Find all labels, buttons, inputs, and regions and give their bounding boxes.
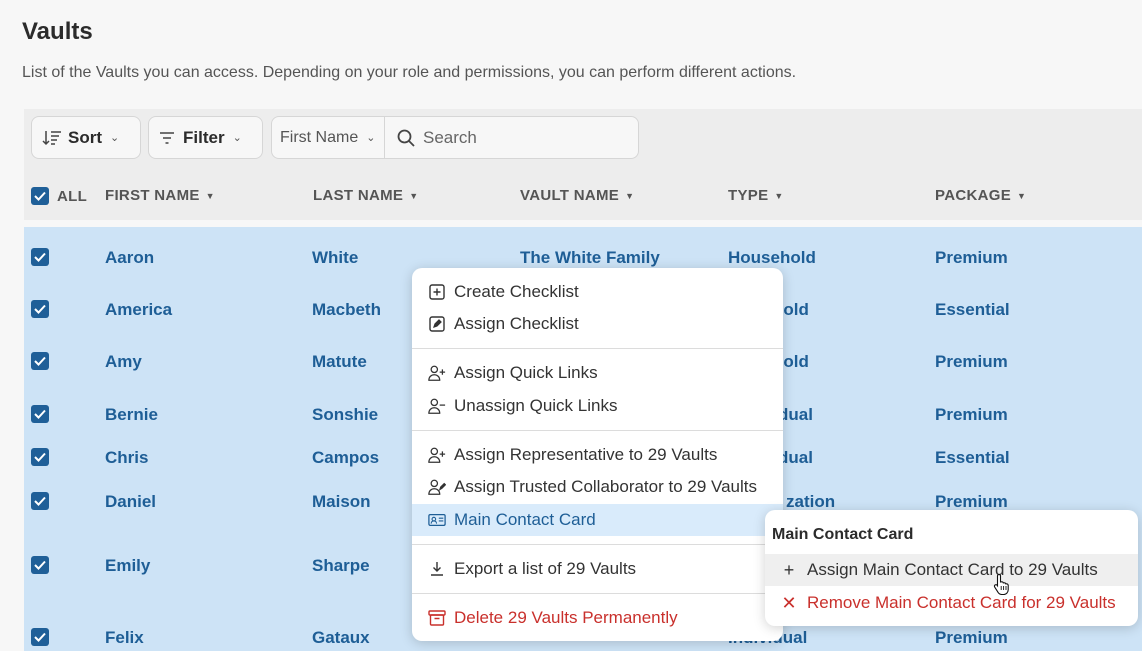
row-checkbox[interactable] xyxy=(31,352,49,370)
menu-item-assign-checklist[interactable]: Assign Checklist xyxy=(412,308,783,340)
cell-first-name[interactable]: America xyxy=(105,300,172,320)
cell-last-name[interactable]: White xyxy=(312,248,358,268)
filter-button[interactable]: Filter ⌄ xyxy=(148,116,263,159)
cell-package: Premium xyxy=(935,492,1008,511)
cell-package: Essential xyxy=(935,300,1010,319)
menu-divider xyxy=(412,544,783,545)
column-header-package[interactable]: PACKAGE ▼ xyxy=(935,187,1026,204)
cell-type: dual xyxy=(778,405,813,424)
page-subtitle: List of the Vaults you can access. Depen… xyxy=(22,64,797,81)
cell-first-name[interactable]: Daniel xyxy=(105,492,156,512)
cell-first-name[interactable]: Chris xyxy=(105,448,148,468)
select-all-label: ALL xyxy=(57,187,88,205)
plus-icon: + xyxy=(783,559,795,580)
caret-down-icon: ▼ xyxy=(205,190,215,201)
archive-icon xyxy=(428,609,446,627)
user-edit-icon xyxy=(428,478,446,496)
cell-last-name[interactable]: Gataux xyxy=(312,628,370,648)
chevron-down-icon: ⌄ xyxy=(366,132,376,144)
caret-down-icon: ▼ xyxy=(625,190,635,201)
cell-last-name[interactable]: Matute xyxy=(312,352,367,372)
cell-first-name[interactable]: Aaron xyxy=(105,248,154,268)
x-icon: ✕ xyxy=(781,592,797,613)
search-field-select[interactable]: First Name ⌄ xyxy=(271,116,385,159)
id-card-icon xyxy=(428,511,446,529)
page-title: Vaults xyxy=(22,18,93,45)
submenu-title: Main Contact Card xyxy=(772,526,914,543)
cell-vault-name[interactable]: The White Family xyxy=(520,248,660,268)
cell-last-name[interactable]: Campos xyxy=(312,448,379,468)
cell-last-name[interactable]: Sonshie xyxy=(312,405,378,425)
row-checkbox[interactable] xyxy=(31,405,49,423)
cell-last-name[interactable]: Sharpe xyxy=(312,556,370,576)
cell-first-name[interactable]: Felix xyxy=(105,628,144,648)
cell-type: Household xyxy=(728,248,816,267)
caret-down-icon: ▼ xyxy=(774,190,784,201)
row-checkbox[interactable] xyxy=(31,448,49,466)
submenu-item-assign-main-contact-card[interactable]: + Assign Main Contact Card to 29 Vaults xyxy=(765,554,1138,586)
caret-down-icon: ▼ xyxy=(1017,190,1027,201)
column-header-first-name[interactable]: FIRST NAME ▼ xyxy=(105,187,215,204)
submenu-main-contact-card: Main Contact Card + Assign Main Contact … xyxy=(765,510,1138,626)
user-minus-icon xyxy=(428,397,446,415)
cell-package: Premium xyxy=(935,628,1008,647)
row-checkbox[interactable] xyxy=(31,248,49,266)
user-plus-icon xyxy=(428,364,446,382)
row-checkbox[interactable] xyxy=(31,556,49,574)
menu-divider xyxy=(412,348,783,349)
column-header-last-name[interactable]: LAST NAME ▼ xyxy=(313,187,418,204)
menu-divider xyxy=(412,430,783,431)
menu-divider xyxy=(412,593,783,594)
search-icon xyxy=(397,129,415,147)
cell-type: zation xyxy=(786,492,836,511)
menu-item-unassign-quick-links[interactable]: Unassign Quick Links xyxy=(412,390,783,422)
filter-label: Filter xyxy=(183,127,225,147)
cell-package: Premium xyxy=(935,248,1008,267)
row-checkbox[interactable] xyxy=(31,628,49,646)
cell-first-name[interactable]: Emily xyxy=(105,556,150,576)
select-all-checkbox[interactable] xyxy=(31,187,49,205)
download-icon xyxy=(428,560,446,578)
column-header-vault-name[interactable]: VAULT NAME ▼ xyxy=(520,187,634,204)
cell-package: Essential xyxy=(935,448,1010,467)
menu-item-delete-vaults[interactable]: Delete 29 Vaults Permanently xyxy=(412,602,783,634)
sort-icon xyxy=(42,129,62,147)
hand-cursor-icon xyxy=(993,573,1011,600)
search-field-value: First Name xyxy=(280,128,359,146)
user-plus-icon xyxy=(428,446,446,464)
menu-item-assign-quick-links[interactable]: Assign Quick Links xyxy=(412,357,783,389)
column-header-type[interactable]: TYPE ▼ xyxy=(728,187,784,204)
select-all[interactable]: ALL xyxy=(31,187,87,205)
search-box xyxy=(384,116,639,159)
context-menu: Create Checklist Assign Checklist Assign… xyxy=(412,268,783,641)
submenu-item-remove-main-contact-card[interactable]: ✕ Remove Main Contact Card for 29 Vaults xyxy=(765,587,1138,619)
cell-first-name[interactable]: Bernie xyxy=(105,405,158,425)
cell-first-name[interactable]: Amy xyxy=(105,352,142,372)
menu-item-assign-representative[interactable]: Assign Representative to 29 Vaults xyxy=(412,439,783,471)
menu-item-assign-trusted-collaborator[interactable]: Assign Trusted Collaborator to 29 Vaults xyxy=(412,471,783,503)
chevron-down-icon: ⌄ xyxy=(232,132,242,144)
plus-square-icon xyxy=(428,283,446,301)
cell-last-name[interactable]: Maison xyxy=(312,492,371,512)
search-input[interactable] xyxy=(423,127,623,148)
edit-square-icon xyxy=(428,315,446,333)
chevron-down-icon: ⌄ xyxy=(110,132,120,144)
row-checkbox[interactable] xyxy=(31,492,49,510)
menu-item-main-contact-card[interactable]: Main Contact Card › xyxy=(412,504,783,536)
row-checkbox[interactable] xyxy=(31,300,49,318)
menu-item-export-list[interactable]: Export a list of 29 Vaults xyxy=(412,553,783,585)
cell-last-name[interactable]: Macbeth xyxy=(312,300,381,320)
cell-type: dual xyxy=(778,448,813,467)
filter-icon xyxy=(159,131,175,145)
sort-label: Sort xyxy=(68,127,102,147)
cell-package: Premium xyxy=(935,405,1008,424)
cell-package: Premium xyxy=(935,352,1008,371)
caret-down-icon: ▼ xyxy=(409,190,419,201)
sort-button[interactable]: Sort ⌄ xyxy=(31,116,141,159)
menu-item-create-checklist[interactable]: Create Checklist xyxy=(412,276,783,308)
